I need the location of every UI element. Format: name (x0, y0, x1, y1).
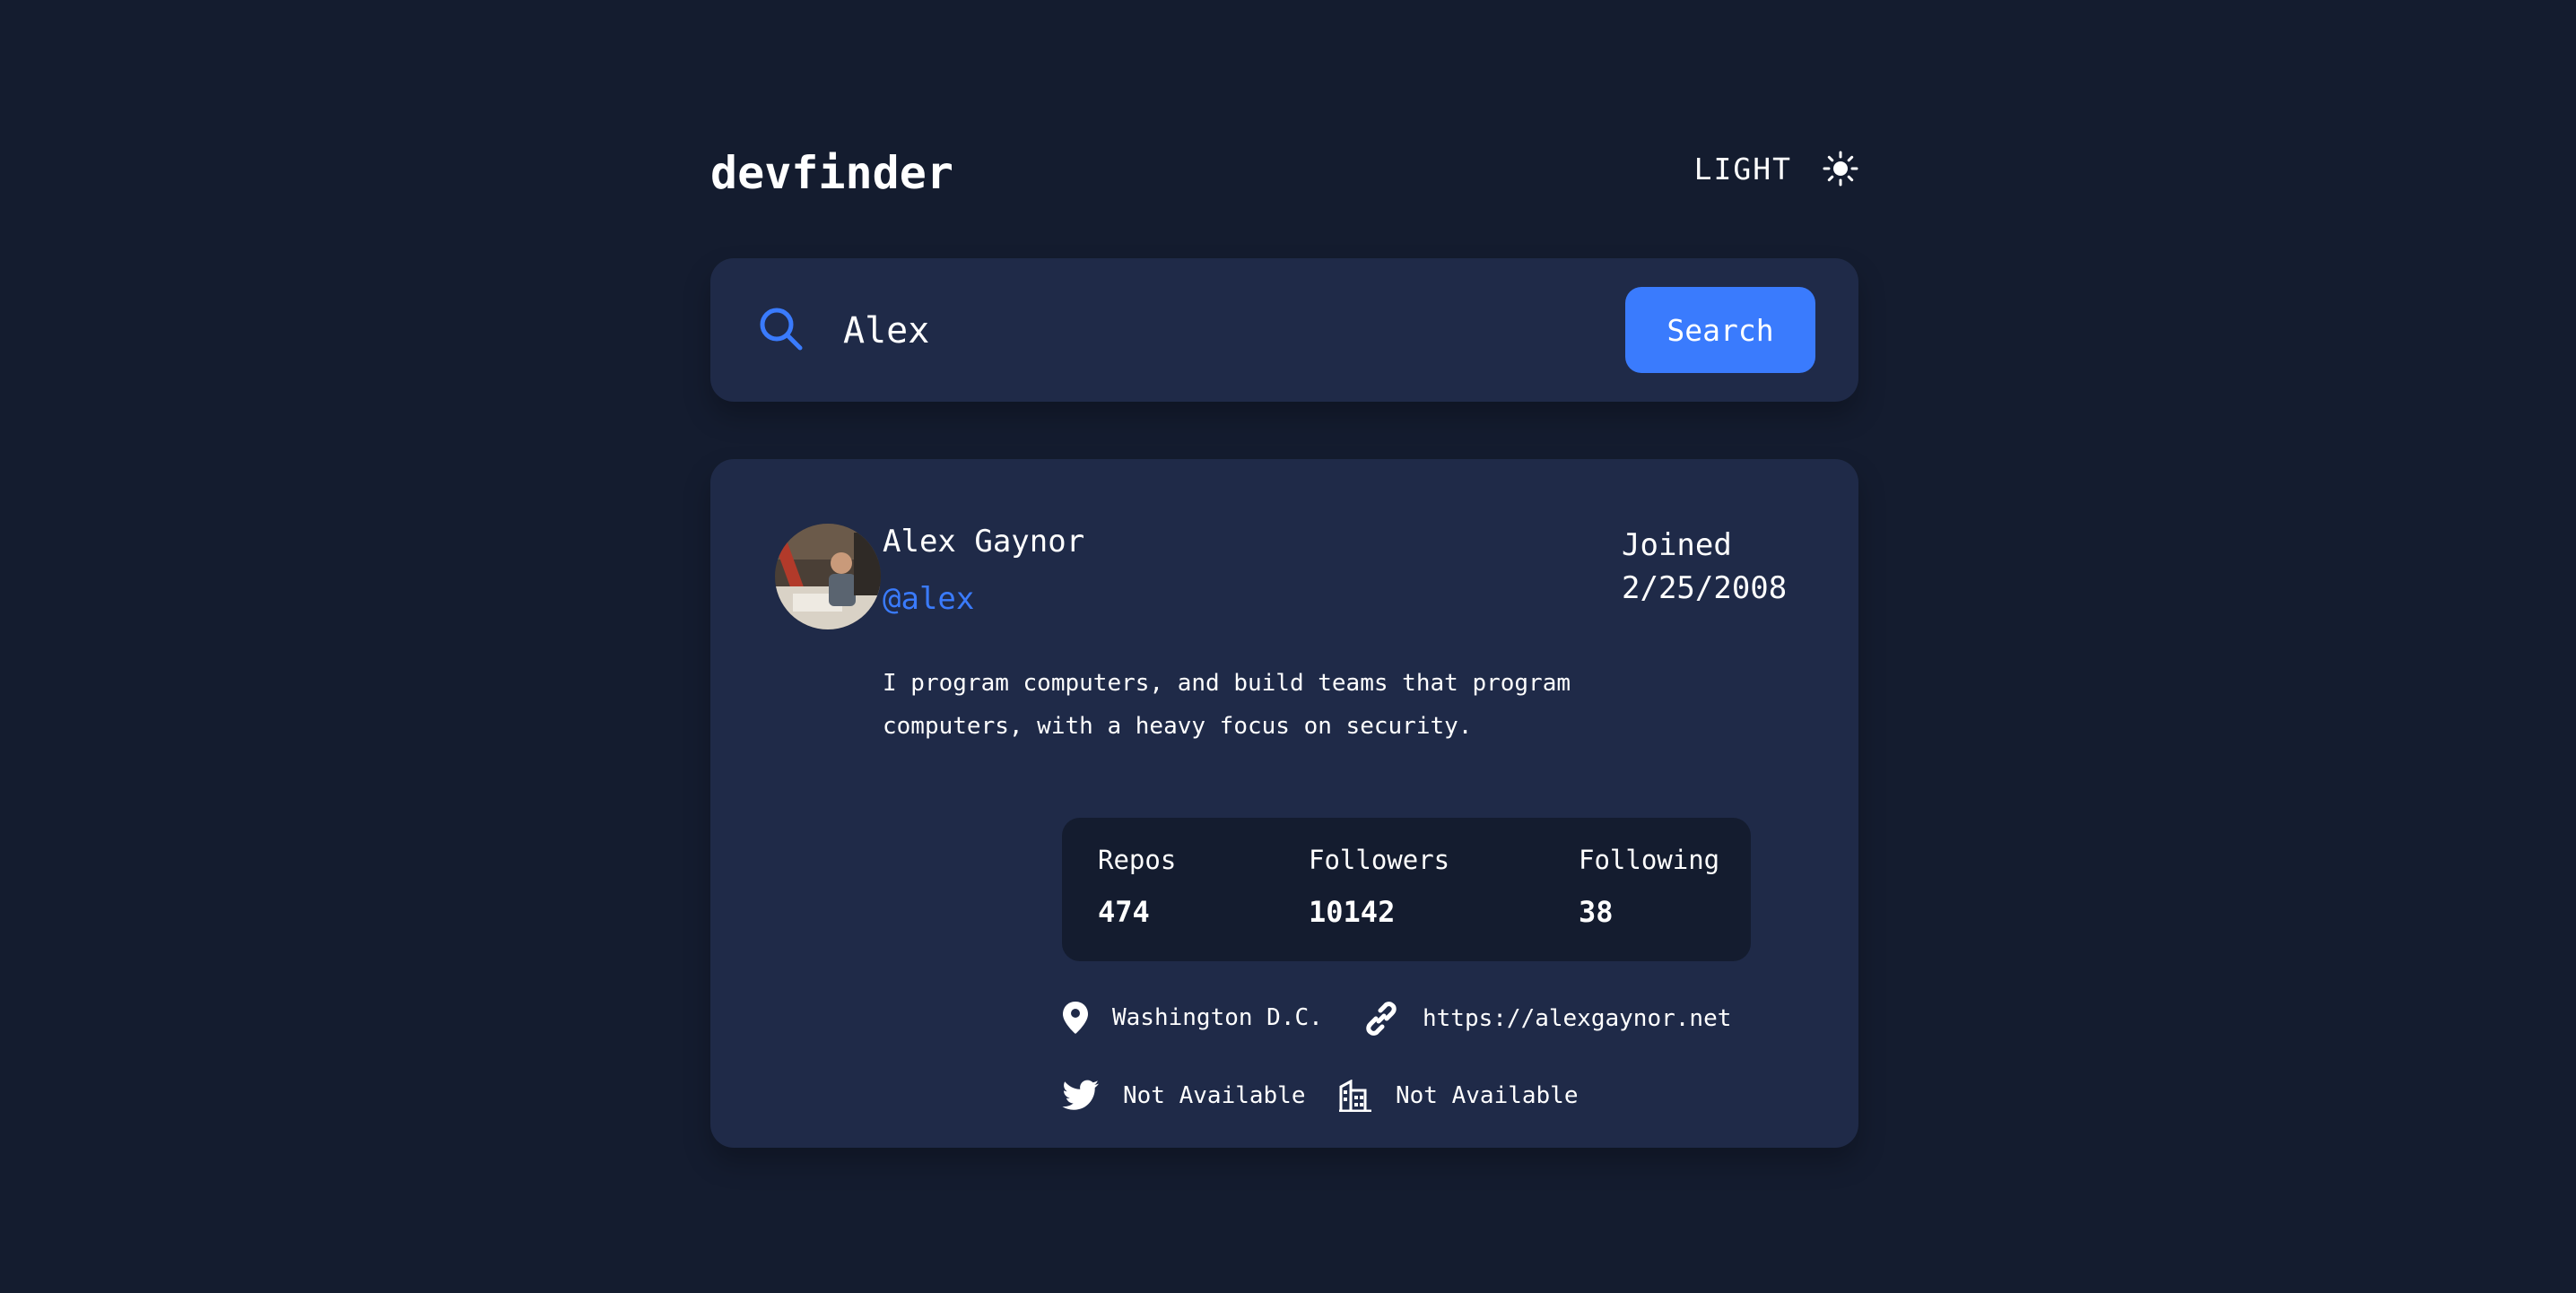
joined-label: Joined (1622, 527, 1732, 563)
stat-following-label: Following (1579, 845, 1720, 875)
stat-repos-value: 474 (1098, 895, 1150, 929)
profile-name: Alex Gaynor (883, 524, 1085, 560)
info-location: Washington D.C. (1062, 1001, 1323, 1035)
search-icon (757, 305, 805, 357)
search-button[interactable]: Search (1625, 287, 1815, 373)
joined-date: Joined 2/25/2008 (1622, 524, 1787, 610)
blog-link[interactable]: https://alexgaynor.net (1423, 1005, 1731, 1032)
stat-following: Following 38 (1579, 845, 1719, 929)
profile-bio: I program computers, and build teams tha… (883, 670, 1571, 740)
link-icon (1366, 1002, 1397, 1036)
location-text: Washington D.C. (1112, 1004, 1323, 1031)
stat-followers-label: Followers (1309, 845, 1450, 875)
stat-repos: Repos 474 (1098, 845, 1176, 929)
theme-toggle-label[interactable]: LIGHT (1694, 152, 1792, 187)
header: devfinder LIGHT (710, 143, 1858, 201)
sun-icon[interactable] (1823, 151, 1858, 187)
info-company: Not Available (1338, 1080, 1579, 1112)
app-title: devfinder (710, 147, 953, 199)
twitter-text: Not Available (1123, 1082, 1306, 1109)
twitter-icon (1062, 1080, 1099, 1110)
company-text: Not Available (1396, 1082, 1579, 1109)
building-icon (1339, 1080, 1371, 1112)
search-input[interactable] (841, 294, 1527, 368)
stat-followers-value: 10142 (1309, 895, 1396, 929)
info-twitter: Not Available (1062, 1080, 1306, 1112)
joined-value: 2/25/2008 (1622, 570, 1788, 606)
profile-login-link[interactable]: @alex (883, 581, 974, 617)
theme-toggle[interactable]: LIGHT (1694, 151, 1858, 187)
stat-following-value: 38 (1579, 895, 1614, 929)
info-blog[interactable]: https://alexgaynor.net (1363, 1001, 1731, 1037)
profile-card: Alex Gaynor @alex Joined 2/25/2008 I pro… (710, 459, 1858, 1148)
search-bar: Search (710, 258, 1858, 402)
stat-followers: Followers 10142 (1309, 845, 1449, 929)
location-pin-icon (1063, 1002, 1088, 1034)
stat-repos-label: Repos (1098, 845, 1177, 875)
avatar (775, 524, 881, 629)
stats-panel: Repos 474 Followers 10142 Following 38 (1062, 818, 1751, 961)
